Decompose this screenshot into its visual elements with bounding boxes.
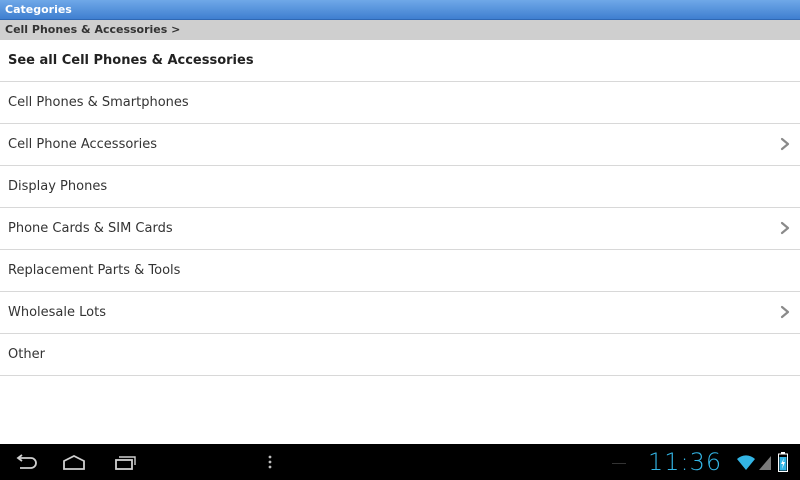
- system-navigation-bar: 11:36: [0, 444, 800, 480]
- category-label: Other: [8, 347, 45, 362]
- category-display-phones[interactable]: Display Phones: [0, 166, 800, 208]
- clock-time[interactable]: 11:36: [648, 448, 722, 476]
- category-phone-cards[interactable]: Phone Cards & SIM Cards: [0, 208, 800, 250]
- category-label: Display Phones: [8, 179, 108, 194]
- cell-signal-icon: [759, 456, 771, 470]
- home-icon[interactable]: [58, 450, 90, 474]
- category-label: Cell Phone Accessories: [8, 137, 158, 152]
- breadcrumb-label: Cell Phones & Accessories >: [5, 23, 181, 36]
- category-smartphones[interactable]: Cell Phones & Smartphones: [0, 82, 800, 124]
- recent-apps-icon[interactable]: [110, 450, 138, 474]
- category-see-all[interactable]: See all Cell Phones & Accessories: [0, 40, 800, 82]
- category-label: Replacement Parts & Tools: [8, 263, 181, 278]
- category-accessories[interactable]: Cell Phone Accessories: [0, 124, 800, 166]
- category-label: Wholesale Lots: [8, 305, 106, 320]
- wifi-icon: [737, 455, 755, 470]
- category-label: Cell Phones & Smartphones: [8, 95, 189, 110]
- category-wholesale-lots[interactable]: Wholesale Lots: [0, 292, 800, 334]
- category-label: Phone Cards & SIM Cards: [8, 221, 173, 236]
- category-list: See all Cell Phones & Accessories Cell P…: [0, 40, 800, 376]
- chevron-right-icon: [780, 137, 790, 151]
- category-other[interactable]: Other: [0, 334, 800, 376]
- back-icon[interactable]: [10, 450, 40, 474]
- chevron-right-icon: [780, 305, 790, 319]
- title-bar: Categories: [0, 0, 800, 20]
- notification-divider: [612, 463, 626, 464]
- category-label: See all Cell Phones & Accessories: [8, 53, 254, 68]
- page-title: Categories: [5, 3, 72, 16]
- menu-icon[interactable]: [262, 450, 278, 474]
- category-replacement-parts[interactable]: Replacement Parts & Tools: [0, 250, 800, 292]
- breadcrumb[interactable]: Cell Phones & Accessories >: [0, 20, 800, 40]
- battery-icon: [778, 452, 788, 472]
- chevron-right-icon: [780, 221, 790, 235]
